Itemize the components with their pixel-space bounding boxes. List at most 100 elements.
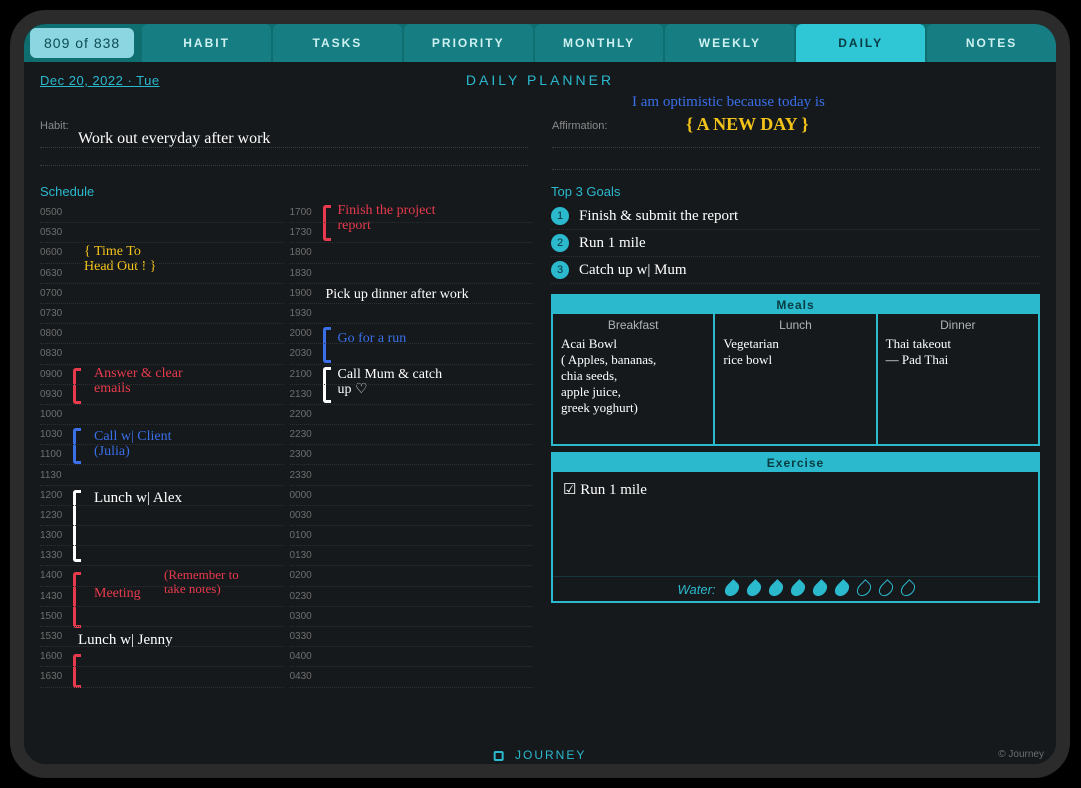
goal-2: 2 Run 1 mile xyxy=(551,230,1040,257)
affirmation-line1: I am optimistic because today is xyxy=(632,94,825,111)
schedule-time: 0030 xyxy=(290,510,320,521)
schedule-row: 1830 xyxy=(290,264,534,284)
schedule-time: 2300 xyxy=(290,449,320,460)
schedule-row: 0830 xyxy=(40,344,284,364)
schedule-row: 1900 xyxy=(290,284,534,304)
water-drop-icon[interactable] xyxy=(898,579,918,599)
water-drop-icon[interactable] xyxy=(744,579,764,599)
schedule-row: 1100 xyxy=(40,445,284,465)
tab-bar: 809 of 838 HABIT TASKS PRIORITY MONTHLY … xyxy=(24,24,1056,62)
tablet-frame: 809 of 838 HABIT TASKS PRIORITY MONTHLY … xyxy=(10,10,1070,778)
schedule-row: 1930 xyxy=(290,304,534,324)
habit-text: Work out everyday after work xyxy=(78,130,528,148)
schedule-time: 1130 xyxy=(40,470,70,481)
exercise-text: ☑ Run 1 mile xyxy=(563,482,647,498)
schedule-time: 1730 xyxy=(290,227,320,238)
water-label: Water: xyxy=(677,582,715,597)
schedule-time: 2330 xyxy=(290,470,320,481)
schedule-time: 1430 xyxy=(40,591,70,602)
tab-tasks[interactable]: TASKS xyxy=(273,24,402,62)
schedule-row: 1200 xyxy=(40,486,284,506)
water-tracker: Water: xyxy=(553,576,1038,601)
schedule-label: Schedule xyxy=(40,184,284,199)
date-link[interactable]: Dec 20, 2022 · Tue xyxy=(40,73,160,88)
schedule-time: 1630 xyxy=(40,671,70,682)
water-drop-icon[interactable] xyxy=(832,579,852,599)
schedule-time: 1930 xyxy=(290,308,320,319)
schedule-row: 0300 xyxy=(290,607,534,627)
schedule-row: 1000 xyxy=(40,405,284,425)
schedule-time: 0130 xyxy=(290,550,320,561)
tab-notes[interactable]: NOTES xyxy=(927,24,1056,62)
schedule-row: 2300 xyxy=(290,445,534,465)
meal-dinner: Dinner Thai takeout — Pad Thai xyxy=(878,314,1038,444)
schedule-row: 0200 xyxy=(290,566,534,586)
schedule-row: 0230 xyxy=(290,587,534,607)
schedule-time: 1500 xyxy=(40,611,70,622)
schedule-time: 2000 xyxy=(290,328,320,339)
affirmation-label: Affirmation: xyxy=(552,120,607,132)
meal-lunch: Lunch Vegetarian rice bowl xyxy=(715,314,877,444)
schedule-row: 1800 xyxy=(290,243,534,263)
schedule-time: 2100 xyxy=(290,369,320,380)
top3-label: Top 3 Goals xyxy=(551,184,1040,199)
tab-daily[interactable]: DAILY xyxy=(796,24,925,62)
water-drop-icon[interactable] xyxy=(810,579,830,599)
schedule-row: 0330 xyxy=(290,627,534,647)
affirmation-line2: { A NEW DAY } xyxy=(686,114,809,135)
water-drop-icon[interactable] xyxy=(788,579,808,599)
schedule-time: 0300 xyxy=(290,611,320,622)
schedule-row: 0000 xyxy=(290,486,534,506)
breakfast-label: Breakfast xyxy=(561,318,705,332)
tab-habit[interactable]: HABIT xyxy=(142,24,271,62)
tab-weekly[interactable]: WEEKLY xyxy=(665,24,794,62)
schedule-time: 0200 xyxy=(290,570,320,581)
schedule-time: 1800 xyxy=(290,247,320,258)
schedule-time: 1530 xyxy=(40,631,70,642)
schedule-row: 1030 xyxy=(40,425,284,445)
schedule-time: 1030 xyxy=(40,429,70,440)
schedule-time: 2030 xyxy=(290,348,320,359)
schedule-row: 1300 xyxy=(40,526,284,546)
schedule-time: 0530 xyxy=(40,227,70,238)
schedule-time: 1230 xyxy=(40,510,70,521)
schedule-time: 0000 xyxy=(290,490,320,501)
schedule-row: 1230 xyxy=(40,506,284,526)
schedule-row: 1530 xyxy=(40,627,284,647)
page-counter: 809 of 838 xyxy=(30,28,134,58)
schedule-time: 0900 xyxy=(40,369,70,380)
schedule-time: 1830 xyxy=(290,268,320,279)
schedule-time: 1100 xyxy=(40,449,70,460)
schedule-time: 0100 xyxy=(290,530,320,541)
schedule-time: 1700 xyxy=(290,207,320,218)
schedule-row: 0100 xyxy=(290,526,534,546)
schedule-row: 0600 xyxy=(40,243,284,263)
schedule-time: 1400 xyxy=(40,570,70,581)
goal-number-2: 2 xyxy=(551,234,569,252)
tab-priority[interactable]: PRIORITY xyxy=(404,24,533,62)
planner-content: Dec 20, 2022 · Tue DAILY PLANNER Habit: … xyxy=(24,62,1056,764)
schedule-row: 0700 xyxy=(40,284,284,304)
schedule-row: 0500 xyxy=(40,203,284,223)
goal-number-1: 1 xyxy=(551,207,569,225)
schedule-time: 1200 xyxy=(40,490,70,501)
dinner-text: Thai takeout — Pad Thai xyxy=(886,336,1030,368)
water-drop-icon[interactable] xyxy=(854,579,874,599)
schedule-time: 2230 xyxy=(290,429,320,440)
water-drop-icon[interactable] xyxy=(722,579,742,599)
breakfast-text: Acai Bowl ( Apples, bananas, chia seeds,… xyxy=(561,336,705,416)
schedule-row: 2200 xyxy=(290,405,534,425)
schedule-time: 0630 xyxy=(40,268,70,279)
tab-monthly[interactable]: MONTHLY xyxy=(535,24,664,62)
copyright: © Journey xyxy=(998,749,1044,760)
schedule-time: 0800 xyxy=(40,328,70,339)
goal-3: 3 Catch up w| Mum xyxy=(551,257,1040,284)
screen: 809 of 838 HABIT TASKS PRIORITY MONTHLY … xyxy=(24,24,1056,764)
schedule-row: 1730 xyxy=(290,223,534,243)
schedule-row: 1130 xyxy=(40,465,284,485)
goal-number-3: 3 xyxy=(551,261,569,279)
schedule-row: 2130 xyxy=(290,385,534,405)
water-drop-icon[interactable] xyxy=(766,579,786,599)
water-drop-icon[interactable] xyxy=(876,579,896,599)
schedule-row: 1600 xyxy=(40,647,284,667)
